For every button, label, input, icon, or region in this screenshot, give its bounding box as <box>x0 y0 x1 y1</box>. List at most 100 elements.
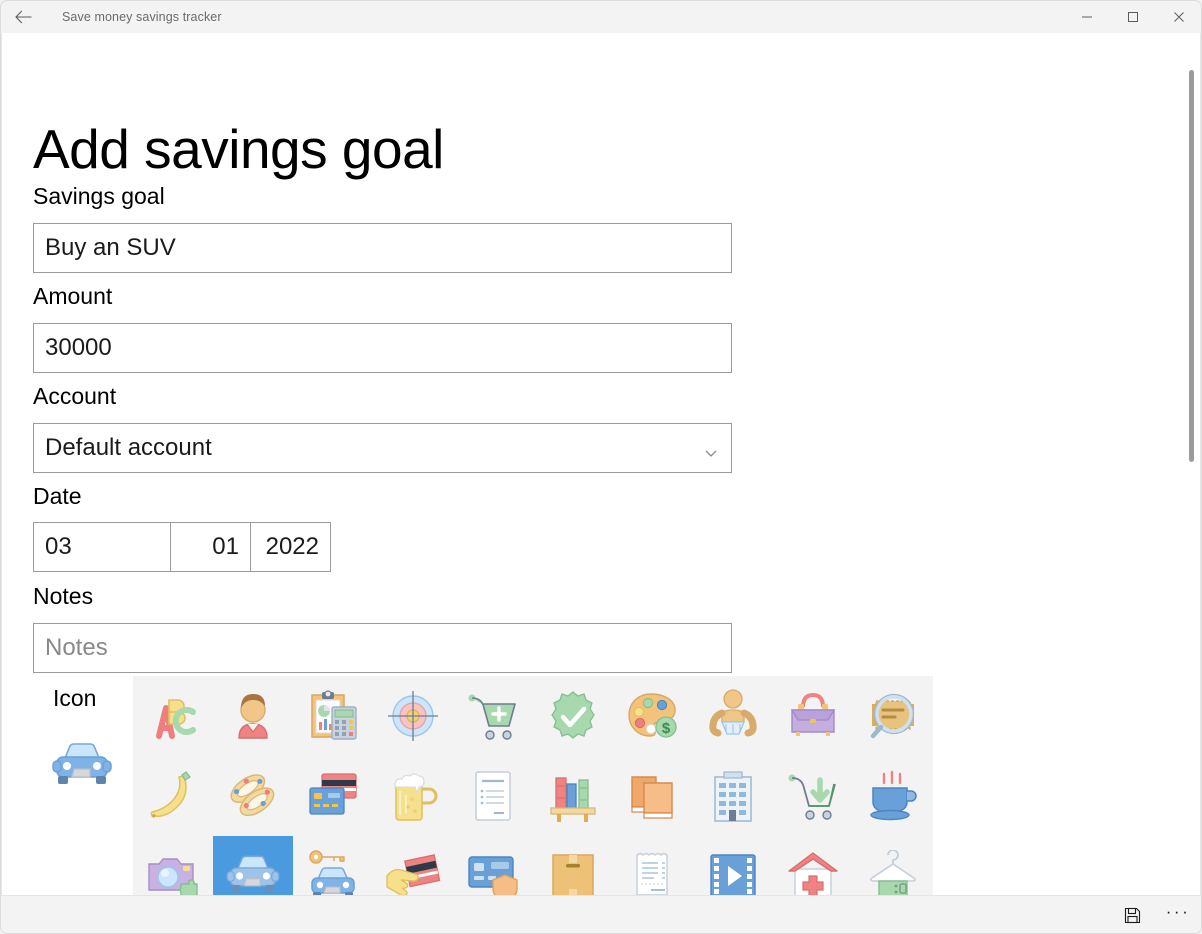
receipt-icon <box>636 852 668 895</box>
close-icon <box>1174 11 1184 22</box>
icon-option-coffee-cup[interactable] <box>853 756 933 836</box>
film-video-icon <box>710 854 756 895</box>
amount-input[interactable]: 30000 <box>33 323 732 373</box>
document-bill-icon <box>475 771 511 821</box>
target-bullseye-icon <box>388 691 438 741</box>
app-window: Save money savings tracker Add savings g… <box>0 0 1202 934</box>
clipboard-calculator-icon <box>311 690 357 740</box>
back-arrow-icon <box>14 10 31 23</box>
beer-mug-icon <box>394 773 438 821</box>
car-icon <box>226 855 280 893</box>
icon-option-handbag[interactable] <box>773 676 853 756</box>
scrollbar-thumb[interactable] <box>1189 70 1194 462</box>
date-day-segment[interactable]: 03 <box>34 523 170 571</box>
icon-option-banana[interactable] <box>133 756 213 836</box>
icon-option-cart-add[interactable] <box>453 676 533 756</box>
save-icon <box>1124 907 1140 923</box>
icon-option-target-bullseye[interactable] <box>373 676 453 756</box>
icon-option-credit-cards[interactable] <box>293 756 373 836</box>
car-icon <box>52 743 112 784</box>
savings-goal-input[interactable]: Buy an SUV <box>33 223 732 273</box>
field-amount: Amount <box>33 285 112 308</box>
notes-input[interactable]: Notes <box>33 623 732 673</box>
icon-option-abc-blocks[interactable] <box>133 676 213 756</box>
field-account: Account <box>33 385 116 408</box>
baby-icon <box>709 689 757 737</box>
handbag-icon <box>790 692 836 736</box>
icon-option-clipboard-calculator[interactable] <box>293 676 373 756</box>
icon-option-baby[interactable] <box>693 676 773 756</box>
icon-option-receipt[interactable] <box>613 836 693 895</box>
svg-text:$: $ <box>662 720 671 737</box>
account-select[interactable]: Default account <box>33 423 732 473</box>
icon-option-car-key[interactable] <box>293 836 373 895</box>
art-palette-money-icon: $ <box>628 693 677 738</box>
abc-blocks-icon <box>156 699 196 739</box>
car-key-icon <box>309 850 355 895</box>
close-button[interactable] <box>1156 0 1202 33</box>
icon-option-stacked-books[interactable] <box>613 756 693 836</box>
person-avatar-icon <box>238 694 268 739</box>
banana-icon <box>150 771 191 818</box>
icon-label: Icon <box>53 685 97 711</box>
account-selected-value: Default account <box>45 434 212 461</box>
icon-option-magnifier-document[interactable] <box>853 676 933 756</box>
cart-add-icon <box>468 694 516 740</box>
jewelry-bracelet-icon <box>230 774 275 817</box>
field-date: Date <box>33 485 82 508</box>
date-year-segment[interactable]: 2022 <box>250 523 330 571</box>
maximize-button[interactable] <box>1110 0 1156 33</box>
icon-option-card-shield[interactable] <box>453 836 533 895</box>
icon-option-hanger-shirt[interactable] <box>853 836 933 895</box>
page-title: Add savings goal <box>33 117 444 180</box>
card-shield-icon <box>468 856 518 895</box>
magnifier-document-icon <box>870 693 915 739</box>
icon-grid[interactable]: $ <box>133 676 933 895</box>
cart-download-icon <box>788 774 836 820</box>
notes-label: Notes <box>33 583 94 609</box>
icon-option-hospital[interactable] <box>773 836 853 895</box>
vertical-scrollbar[interactable] <box>1185 67 1198 895</box>
command-bar: ··· <box>1 895 1201 934</box>
minimize-button[interactable] <box>1064 0 1110 33</box>
icon-option-document-bill[interactable] <box>453 756 533 836</box>
icon-option-bookshelf[interactable] <box>533 756 613 836</box>
camera-puzzle-icon <box>148 858 198 895</box>
back-button[interactable] <box>0 1 46 33</box>
icon-option-film-video[interactable] <box>693 836 773 895</box>
icon-option-car[interactable] <box>213 836 293 895</box>
bookshelf-icon <box>550 777 596 822</box>
icon-option-hand-credit-card[interactable] <box>373 836 453 895</box>
savings-goal-label: Savings goal <box>33 183 165 209</box>
client-area: Add savings goal Savings goal Buy an SUV… <box>1 33 1201 895</box>
icon-option-camera-puzzle[interactable] <box>133 836 213 895</box>
icon-option-art-palette-money[interactable]: $ <box>613 676 693 756</box>
hand-credit-card-icon <box>386 854 441 895</box>
cardboard-box-icon <box>552 854 594 895</box>
coffee-cup-icon <box>870 770 917 821</box>
field-notes: Notes <box>33 585 93 608</box>
icon-option-office-building[interactable] <box>693 756 773 836</box>
icon-option-cart-download[interactable] <box>773 756 853 836</box>
save-button[interactable] <box>1109 896 1155 934</box>
field-savings-goal: Savings goal <box>33 185 165 208</box>
icon-option-person-avatar[interactable] <box>213 676 293 756</box>
title-bar: Save money savings tracker <box>0 0 1202 33</box>
date-month-segment[interactable]: 01 <box>170 523 250 571</box>
hospital-icon <box>788 852 838 895</box>
check-badge-icon <box>551 691 595 739</box>
window-title: Save money savings tracker <box>62 9 222 24</box>
date-picker[interactable]: 03 01 2022 <box>33 522 331 572</box>
office-building-icon <box>714 771 752 822</box>
maximize-icon <box>1128 11 1138 22</box>
more-options-button[interactable]: ··· <box>1155 896 1201 934</box>
icon-option-check-badge[interactable] <box>533 676 613 756</box>
credit-cards-icon <box>309 773 357 815</box>
icon-option-beer-mug[interactable] <box>373 756 453 836</box>
chevron-down-icon <box>703 440 719 457</box>
icon-option-jewelry-bracelet[interactable] <box>213 756 293 836</box>
amount-label: Amount <box>33 283 113 309</box>
icon-option-cardboard-box[interactable] <box>533 836 613 895</box>
more-options-label: ··· <box>1165 902 1191 921</box>
account-label: Account <box>33 383 117 409</box>
